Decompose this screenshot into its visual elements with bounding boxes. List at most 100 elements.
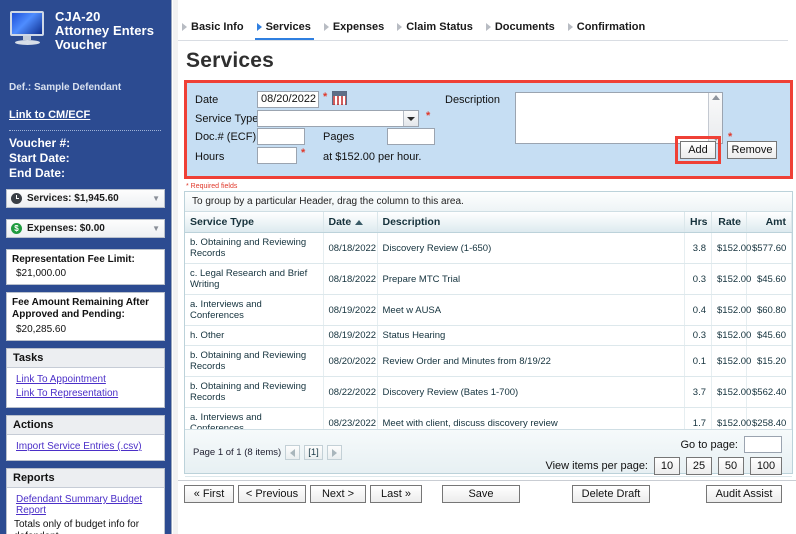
reports-panel: Reports Defendant Summary Budget Report … bbox=[6, 468, 165, 534]
triangle-right-icon bbox=[256, 23, 262, 31]
table-row[interactable]: b. Obtaining and Reviewing Records 08/20/… bbox=[185, 345, 792, 377]
app-identity: CJA-20 Attorney Enters Voucher bbox=[8, 8, 163, 52]
sidebar-divider bbox=[9, 130, 161, 131]
chevron-down-icon: ▼ bbox=[152, 194, 160, 203]
tab-claim-status-label: Claim Status bbox=[406, 21, 473, 33]
task-link-representation[interactable]: Link To Representation bbox=[16, 388, 158, 399]
table-row[interactable]: b. Obtaining and Reviewing Records 08/18/… bbox=[185, 232, 792, 264]
cell-hrs: 0.1 bbox=[684, 345, 712, 377]
date-input[interactable]: 08/20/2022 bbox=[257, 91, 319, 108]
items-per-page-50[interactable]: 50 bbox=[718, 457, 744, 475]
service-type-required-marker: * bbox=[426, 110, 431, 122]
cell-rate: $152.00 bbox=[711, 325, 751, 346]
cell-description: Discovery Review (Bates 1-700) bbox=[377, 376, 685, 408]
accordion-services[interactable]: Services: $1,945.60 ▼ bbox=[6, 189, 165, 208]
chevron-left-icon bbox=[290, 448, 296, 457]
cell-date: 08/19/2022 bbox=[323, 325, 378, 346]
table-row[interactable]: a. Interviews and Conferences 08/19/2022 M… bbox=[185, 294, 792, 326]
app-title-line3: Voucher bbox=[55, 37, 107, 52]
cell-date: 08/19/2022 bbox=[323, 294, 378, 326]
table-row[interactable]: h. Other 08/19/2022 Status Hearing 0.3 $152.… bbox=[185, 325, 792, 346]
cell-description: Meet w AUSA bbox=[377, 294, 685, 326]
action-import-service-entries[interactable]: Import Service Entries (.csv) bbox=[16, 441, 158, 452]
tab-documents[interactable]: Documents bbox=[482, 17, 564, 37]
triangle-right-icon bbox=[485, 23, 491, 31]
items-per-page-100[interactable]: 100 bbox=[750, 457, 782, 475]
table-row[interactable]: c. Legal Research and Brief Writing 08/18… bbox=[185, 263, 792, 295]
report-link-defendant-summary-budget[interactable]: Defendant Summary Budget Report bbox=[16, 494, 158, 516]
column-header-amt[interactable]: Amt bbox=[746, 212, 792, 233]
delete-draft-button[interactable]: Delete Draft bbox=[572, 485, 650, 503]
sidebar: CJA-20 Attorney Enters Voucher Def.: Sam… bbox=[0, 0, 172, 534]
pages-input[interactable] bbox=[387, 128, 435, 145]
service-type-select[interactable] bbox=[257, 110, 419, 127]
date-required-marker: * bbox=[323, 91, 328, 103]
cell-hrs: 0.3 bbox=[684, 263, 712, 295]
pager-controls: Go to page: View items per page: 10 25 5… bbox=[545, 436, 782, 479]
first-button[interactable]: « First bbox=[184, 485, 234, 503]
next-button[interactable]: Next > bbox=[310, 485, 366, 503]
cell-rate: $152.00 bbox=[711, 263, 751, 295]
tab-confirmation[interactable]: Confirmation bbox=[564, 17, 654, 37]
remove-button[interactable]: Remove bbox=[727, 141, 777, 159]
actions-title: Actions bbox=[7, 416, 164, 435]
goto-page-row: Go to page: bbox=[545, 436, 782, 453]
dollar-icon: $ bbox=[11, 223, 22, 234]
reports-title: Reports bbox=[7, 469, 164, 488]
previous-button[interactable]: < Previous bbox=[238, 485, 306, 503]
service-entry-form: Date 08/20/2022 * Service Type * Doc.# (… bbox=[184, 80, 793, 179]
tab-claim-status[interactable]: Claim Status bbox=[393, 17, 482, 37]
pager-prev-button[interactable] bbox=[285, 445, 301, 460]
table-row[interactable]: b. Obtaining and Reviewing Records 08/22/… bbox=[185, 376, 792, 408]
tasks-title: Tasks bbox=[7, 349, 164, 368]
cell-service-type: h. Other bbox=[185, 325, 324, 346]
cell-description: Prepare MTC Trial bbox=[377, 263, 685, 295]
report-desc-defendant-summary-budget: Totals only of budget info for defendant bbox=[14, 519, 140, 534]
cell-description: Review Order and Minutes from 8/19/22 bbox=[377, 345, 685, 377]
column-header-description[interactable]: Description bbox=[377, 212, 685, 233]
voucher-summary: Voucher #: Start Date: End Date: bbox=[9, 136, 163, 181]
audit-assist-button[interactable]: Audit Assist bbox=[706, 485, 782, 503]
items-per-page-label: View items per page: bbox=[545, 460, 648, 472]
scroll-up-icon[interactable] bbox=[711, 95, 720, 100]
cell-description: Status Hearing bbox=[377, 325, 685, 346]
start-date-label: Start Date: bbox=[9, 151, 70, 165]
items-per-page-25[interactable]: 25 bbox=[686, 457, 712, 475]
pager-next-button[interactable] bbox=[326, 445, 342, 460]
cell-rate: $152.00 bbox=[711, 376, 751, 408]
cell-amt: $45.60 bbox=[746, 263, 792, 295]
column-header-hrs[interactable]: Hrs bbox=[684, 212, 712, 233]
tab-services[interactable]: Services bbox=[253, 17, 320, 41]
doc-ecf-label: Doc.# (ECF) bbox=[195, 131, 257, 143]
link-to-cmecf[interactable]: Link to CM/ECF bbox=[9, 109, 163, 121]
hours-input[interactable] bbox=[257, 147, 297, 164]
column-header-service-type[interactable]: Service Type bbox=[185, 212, 324, 233]
application-window: CJA-20 Attorney Enters Voucher Def.: Sam… bbox=[0, 0, 796, 534]
pager-page-1[interactable]: [1] bbox=[304, 445, 323, 460]
wizard-tabs: Basic Info Services Expenses Claim Statu… bbox=[178, 17, 796, 41]
tab-basic-info[interactable]: Basic Info bbox=[178, 17, 253, 37]
save-button[interactable]: Save bbox=[442, 485, 520, 503]
doc-ecf-input[interactable] bbox=[257, 128, 305, 145]
goto-page-input[interactable] bbox=[744, 436, 782, 453]
task-link-appointment[interactable]: Link To Appointment bbox=[16, 374, 158, 385]
last-button[interactable]: Last » bbox=[370, 485, 422, 503]
triangle-right-icon bbox=[397, 23, 403, 31]
tab-documents-label: Documents bbox=[494, 21, 555, 33]
app-code: CJA-20 bbox=[55, 9, 101, 24]
grid-group-hint[interactable]: To group by a particular Header, drag th… bbox=[185, 192, 792, 212]
monitor-icon bbox=[8, 10, 48, 46]
accordion-services-label: Services: $1,945.60 bbox=[27, 193, 119, 204]
column-header-date[interactable]: Date bbox=[323, 212, 378, 233]
items-per-page-10[interactable]: 10 bbox=[654, 457, 680, 475]
accordion-expenses[interactable]: $ Expenses: $0.00 ▼ bbox=[6, 219, 165, 238]
tab-expenses[interactable]: Expenses bbox=[320, 17, 393, 37]
fee-remaining-title: Fee Amount Remaining After Approved and … bbox=[12, 297, 150, 320]
calendar-icon[interactable] bbox=[332, 91, 347, 105]
content-gutter bbox=[173, 0, 178, 534]
sort-ascending-icon bbox=[355, 219, 364, 225]
rate-note: at $152.00 per hour. bbox=[323, 151, 422, 163]
column-header-rate[interactable]: Rate bbox=[711, 212, 747, 233]
triangle-right-icon bbox=[323, 23, 329, 31]
add-button[interactable]: Add bbox=[680, 141, 716, 159]
